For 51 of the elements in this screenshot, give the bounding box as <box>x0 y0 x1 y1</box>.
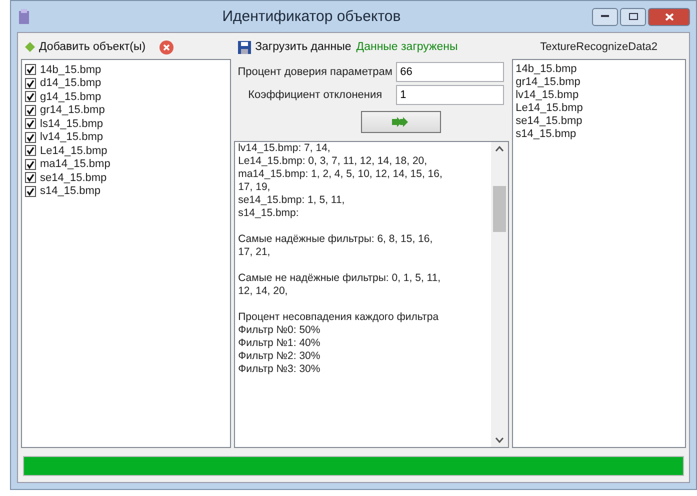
scrollbar[interactable] <box>490 142 508 447</box>
remove-icon[interactable] <box>158 40 174 54</box>
minimize-button[interactable] <box>592 8 618 26</box>
close-button[interactable] <box>648 8 690 26</box>
checkbox[interactable] <box>25 158 36 170</box>
result-item[interactable]: Le14_15.bmp <box>516 102 682 115</box>
diamond-icon <box>25 42 35 52</box>
checkbox[interactable] <box>25 78 36 89</box>
status-text: Данные загружены <box>356 41 458 53</box>
result-item[interactable]: lv14_15.bmp <box>516 89 682 102</box>
object-label: gr14_15.bmp <box>40 104 105 116</box>
result-item[interactable]: se14_15.bmp <box>516 115 682 128</box>
object-label: se14_15.bmp <box>40 172 107 184</box>
object-label: d14_15.bmp <box>40 77 102 90</box>
results-title: TextureRecognizeData2 <box>539 40 658 55</box>
output-text: lv14_15.bmp: 7, 14, Le14_15.bmp: 0, 3, 7, 11, 12, 14, 18, 20, ma14_15.bmp: 1, 2, 4, 5, 10, 12, 14, 15, 16, 17, 19, se14_15.bmp: 1, 5, 11, s14_15.bmp: Самые надёжные фильтры: 6, 8, 15, 16, 17, 21, Самые не надёжные фильтры: 0, 1, 5, 11, 12, 14, 20, Процент несовпадения каждого фильтра Фильтр №0: 50% Фильтр №1: 40% Фильтр №2: 30% Фильтр №3: 30% <box>237 142 444 377</box>
add-objects-button[interactable]: Добавить объект(ы) <box>25 41 146 53</box>
checkbox[interactable] <box>25 186 36 197</box>
result-item[interactable]: s14_15.bmp <box>516 128 682 141</box>
maximize-button[interactable] <box>620 8 646 26</box>
double-arrow-icon <box>392 117 410 127</box>
load-data-button[interactable]: Загрузить данные <box>238 40 352 54</box>
object-label: 14b_15.bmp <box>40 64 102 76</box>
checkbox[interactable] <box>25 118 36 130</box>
scroll-thumb[interactable] <box>492 186 506 232</box>
object-label: ma14_15.bmp <box>40 158 110 170</box>
checkbox[interactable] <box>25 145 36 156</box>
result-item[interactable]: 14b_15.bmp <box>516 63 682 76</box>
app-icon <box>17 8 31 24</box>
field-label: Процент доверия параметрам <box>236 66 394 78</box>
object-label: Le14_15.bmp <box>40 144 108 157</box>
input-field[interactable]: 1 <box>396 85 504 105</box>
checkbox[interactable] <box>25 91 36 102</box>
object-label: g14_15.bmp <box>40 90 102 103</box>
run-button[interactable] <box>361 111 442 133</box>
maximize-icon <box>628 13 638 20</box>
checkbox[interactable] <box>25 132 36 143</box>
checkbox[interactable] <box>25 172 36 184</box>
result-item[interactable]: gr14_15.bmp <box>516 76 682 89</box>
field-label: Коэффициент отклонения <box>247 89 384 101</box>
input-field[interactable]: 66 <box>396 62 504 82</box>
checkbox[interactable] <box>25 104 36 116</box>
checkbox[interactable] <box>25 64 36 76</box>
close-icon <box>664 12 674 20</box>
object-label: ls14_15.bmp <box>40 118 103 130</box>
object-label: lv14_15.bmp <box>40 131 103 144</box>
scroll-up-icon[interactable] <box>494 146 504 152</box>
object-label: s14_15.bmp <box>40 185 101 198</box>
minimize-icon <box>601 15 609 18</box>
scroll-down-icon[interactable] <box>494 437 504 443</box>
window-title: Идентификатор объектов <box>221 8 402 25</box>
